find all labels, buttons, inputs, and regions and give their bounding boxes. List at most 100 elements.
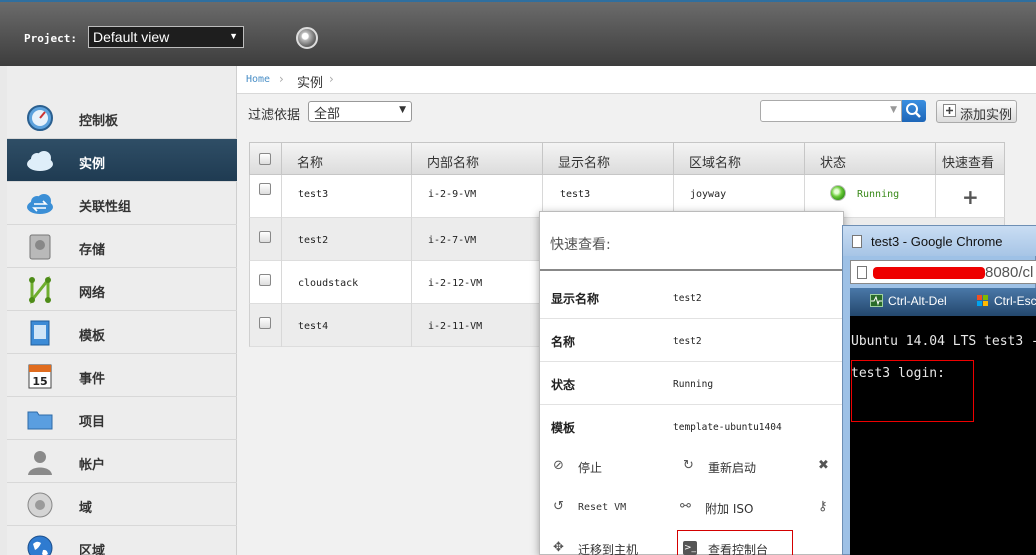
breadcrumb-current: 实例 [297, 76, 324, 91]
sidebar-item-affinity-groups[interactable]: 关联性组 [7, 182, 237, 225]
column-header-internal-name[interactable]: 内部名称 [427, 152, 479, 171]
attach-iso-label: 附加 ISO [705, 502, 754, 516]
window-title: test3 - Google Chrome [871, 234, 1003, 249]
filter-select-value: 全部 [314, 107, 341, 122]
reboot-label: 重新启动 [708, 461, 757, 475]
ctrl-alt-del-button[interactable]: Ctrl-Alt-Del [870, 294, 947, 308]
sidebar-item-network[interactable]: 网络 [7, 268, 237, 311]
sidebar: 控制板 实例 关联性组 存储 网络 模板 15 事件 项目 帐户 域 区域 [7, 66, 237, 555]
field-value: test2 [673, 336, 702, 347]
ctrl-esc-button[interactable]: Ctrl-Esc [976, 294, 1036, 308]
network-icon [29, 276, 51, 304]
quickview-plus-icon[interactable]: + [962, 185, 979, 209]
move-icon: ✥ [553, 540, 564, 555]
quickview-field: 状态 Running [540, 362, 845, 405]
storage-icon [29, 234, 51, 260]
windows-logo-icon [977, 295, 988, 306]
field-value: test2 [673, 293, 702, 304]
url-text: 8080/cl [985, 264, 1034, 281]
project-select[interactable]: Default view ▼ [88, 26, 244, 48]
calendar-icon: 15 [28, 364, 52, 389]
add-instance-label: 添加实例 [960, 108, 1013, 123]
search-input[interactable]: ▼ [760, 100, 902, 122]
sidebar-item-domains[interactable]: 域 [7, 483, 237, 526]
plus-icon [943, 104, 956, 117]
sidebar-item-projects[interactable]: 项目 [7, 397, 237, 440]
cell-name: test2 [298, 235, 329, 246]
project-select-value: Default view [93, 29, 170, 45]
chevron-right-icon: › [279, 72, 284, 86]
sidebar-item-zones[interactable]: 区域 [7, 526, 237, 555]
field-value: Running [673, 379, 714, 390]
row-checkbox[interactable] [259, 317, 271, 329]
sidebar-item-storage[interactable]: 存储 [7, 225, 237, 268]
console-line: Ubuntu 14.04 LTS test3 - [851, 334, 1036, 349]
page-icon [857, 266, 867, 279]
field-label: 显示名称 [551, 292, 600, 306]
template-icon [30, 320, 50, 346]
sidebar-item-dashboard[interactable]: 控制板 [7, 96, 237, 139]
sidebar-item-label: 项目 [79, 415, 106, 430]
ctrl-esc-label: Ctrl-Esc [994, 294, 1036, 308]
ctrl-alt-del-label: Ctrl-Alt-Del [888, 294, 947, 308]
add-instance-button[interactable]: 添加实例 [936, 100, 1017, 123]
cell-display-name: test3 [560, 189, 591, 200]
sidebar-item-label: 存储 [79, 243, 106, 258]
sidebar-item-events[interactable]: 15 事件 [7, 354, 237, 397]
filter-label: 过滤依据 [248, 108, 301, 123]
cell-internal-name: i-2-11-VM [428, 321, 483, 332]
chrome-console-window: test3 - Google Chrome 8080/cl Ctrl-Alt-D… [842, 225, 1036, 555]
pulse-icon [870, 294, 883, 307]
row-checkbox[interactable] [259, 274, 271, 286]
migrate-label: 迁移到主机 [578, 543, 639, 555]
field-value: template-ubuntu1404 [673, 422, 782, 433]
filter-select[interactable]: 全部 ▼ [308, 101, 412, 122]
chevron-down-icon: ▼ [890, 105, 897, 115]
column-header-quickview: 快速查看 [942, 156, 995, 171]
globe-icon [27, 535, 53, 555]
window-titlebar[interactable]: test3 - Google Chrome [843, 226, 1036, 256]
breadcrumb-home-link[interactable]: Home [246, 74, 270, 85]
sidebar-item-templates[interactable]: 模板 [7, 311, 237, 354]
sidebar-item-label: 网络 [79, 286, 106, 301]
sidebar-item-label: 事件 [79, 372, 106, 387]
chevron-right-icon: › [329, 72, 334, 86]
field-label: 名称 [551, 335, 576, 349]
select-all-checkbox[interactable] [259, 153, 271, 165]
column-header-zone-name[interactable]: 区域名称 [689, 152, 741, 171]
folder-icon [27, 411, 53, 430]
quickview-field: 模板 template-ubuntu1404 [540, 405, 845, 448]
search-button[interactable] [902, 100, 926, 122]
cell-zone-name: joyway [690, 189, 727, 200]
top-bar: Project: Default view ▼ [0, 0, 1036, 66]
console-screen[interactable]: Ubuntu 14.04 LTS test3 - test3 login: [850, 316, 1036, 555]
cloud-icon [27, 151, 53, 171]
cell-internal-name: i-2-9-VM [428, 189, 477, 200]
field-label: 模板 [551, 421, 576, 435]
row-checkbox[interactable] [259, 231, 271, 243]
row-checkbox[interactable] [259, 183, 271, 195]
cell-internal-name: i-2-12-VM [428, 278, 483, 289]
sidebar-item-instances[interactable]: 实例 [7, 139, 237, 182]
cell-name: test4 [298, 321, 329, 332]
quickview-title: 快速查看: [550, 237, 611, 253]
sidebar-item-label: 控制板 [79, 114, 119, 129]
column-header-state[interactable]: 状态 [820, 152, 846, 171]
globe-icon[interactable] [296, 27, 318, 49]
sidebar-item-label: 实例 [79, 157, 106, 172]
affinity-cloud-icon [27, 194, 53, 214]
reset-vm-label: Reset VM [578, 502, 627, 513]
running-status-icon [830, 185, 846, 201]
dashboard-icon [27, 105, 53, 131]
search-icon [906, 103, 921, 118]
column-header-display-name[interactable]: 显示名称 [558, 152, 610, 171]
address-bar[interactable]: 8080/cl [850, 260, 1036, 284]
chevron-down-icon: ▼ [399, 105, 406, 115]
column-header-name[interactable]: 名称 [297, 152, 323, 171]
stop-label: 停止 [578, 461, 603, 475]
sidebar-item-label: 帐户 [79, 458, 106, 473]
field-label: 状态 [551, 378, 576, 392]
sidebar-item-accounts[interactable]: 帐户 [7, 440, 237, 483]
sidebar-item-label: 模板 [79, 329, 106, 344]
project-label: Project: [24, 32, 77, 45]
